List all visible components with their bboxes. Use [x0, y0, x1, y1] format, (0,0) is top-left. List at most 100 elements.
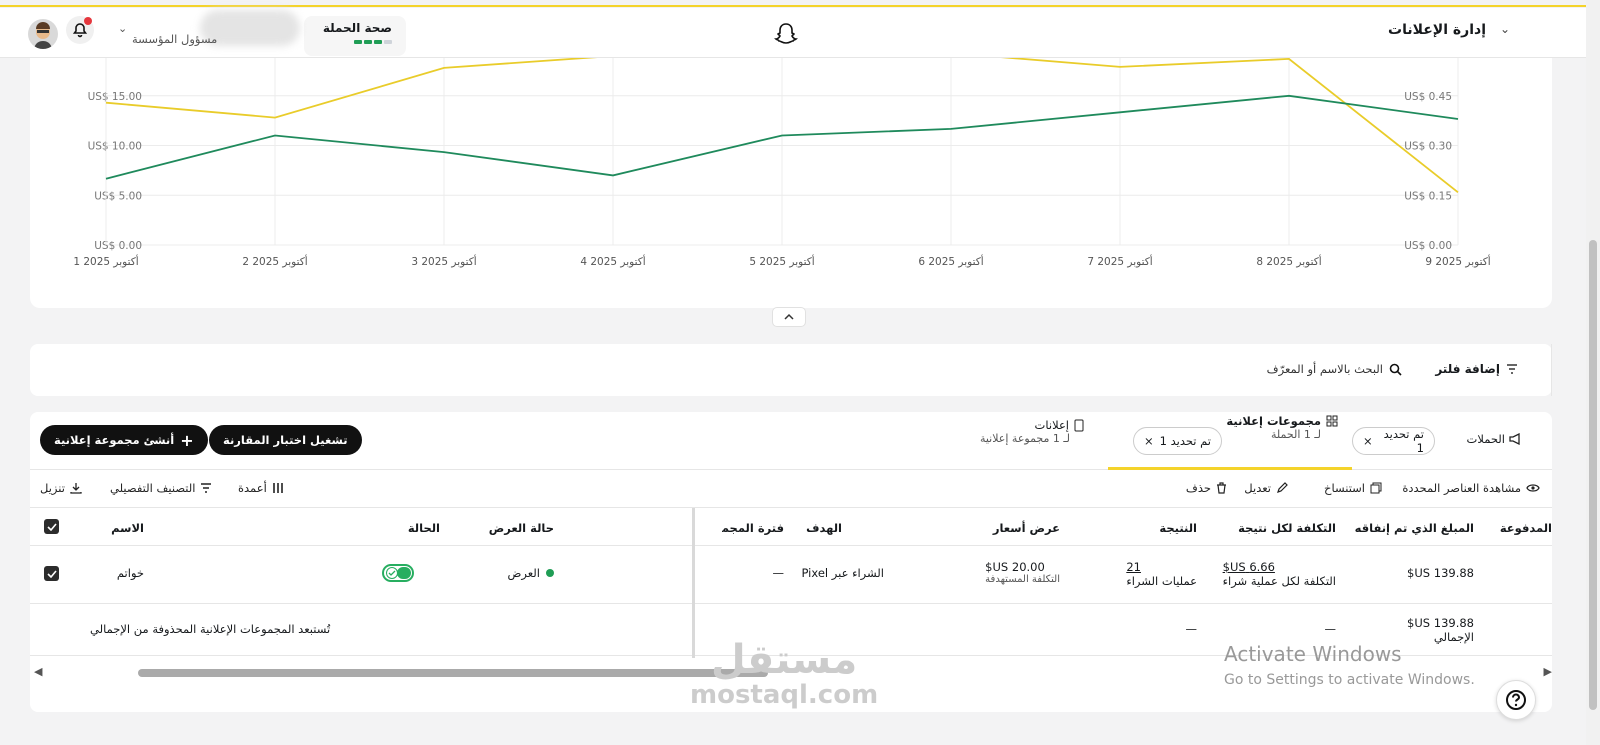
cell-bid[interactable]: 20.00 US$ التكلفة المستهدفة [985, 560, 1060, 585]
notification-dot [84, 17, 92, 25]
col-name[interactable]: الاسم [111, 521, 144, 535]
cell-delivery: العرض [508, 566, 554, 580]
top-bar: ⌄ إدارة الإعلانات صحة الحملة مسؤول المؤس… [0, 8, 1586, 58]
edit-button[interactable]: تعديل [1244, 481, 1288, 495]
pencil-icon [1277, 482, 1288, 493]
columns-button[interactable]: أعمدة [238, 481, 284, 495]
avatar[interactable] [28, 19, 58, 49]
close-icon[interactable]: × [1144, 434, 1154, 448]
y-right-tick-label: US$ 0.45 [1404, 91, 1452, 103]
select-all-checkbox[interactable] [44, 519, 59, 534]
filter-bar: إضافة فلتر البحث بالاسم أو المعرّف [30, 344, 1552, 396]
download-button[interactable]: تنزيل [40, 481, 82, 495]
y-right-tick-label: US$ 0.00 [1404, 240, 1452, 252]
x-tick-label: 6 أكتوبر 2025 [918, 254, 983, 268]
status-toggle[interactable] [382, 564, 414, 582]
campaigns-selected-chip[interactable]: تم تحديد 1 × [1352, 427, 1435, 455]
add-filter-button[interactable]: إضافة فلتر [1435, 362, 1518, 376]
adsets-selected-chip[interactable]: تم تحديد 1 × [1132, 427, 1222, 455]
tab-ads[interactable]: إعلانات لـ 1 مجموعة إعلانية [978, 412, 1108, 470]
col-period[interactable]: فترة المجموعة [722, 521, 784, 535]
add-filter-label: إضافة فلتر [1435, 362, 1500, 376]
phone-icon [1074, 419, 1084, 431]
col-bid[interactable]: عرض أسعار [993, 521, 1060, 535]
y-right-tick-label: US$ 0.15 [1404, 190, 1452, 202]
eye-icon [1526, 484, 1540, 492]
col-result[interactable]: النتيجة [1159, 521, 1197, 535]
chart-svg: US$ 0.00 US$ 5.00 US$ 10.00 US$ 15.00 US$ 0.… [73, 58, 1491, 268]
level-tabs: الحملات تم تحديد 1 × مجموعات إعلانية لـ … [30, 412, 1552, 470]
scroll-thumb[interactable] [1589, 240, 1597, 710]
app-title[interactable]: إدارة الإعلانات [1388, 22, 1486, 38]
scroll-left-arrow-icon[interactable]: ◀ [34, 665, 42, 678]
role-label: مسؤول المؤسسة [132, 32, 218, 46]
chevron-up-icon [784, 313, 794, 320]
cell-spend: 139.88 US$ [1407, 566, 1474, 580]
col-goal[interactable]: الهدف [806, 521, 842, 535]
duplicate-icon [1370, 482, 1382, 494]
search-input[interactable]: البحث بالاسم أو المعرّف [1267, 362, 1402, 376]
filter-icon [1507, 364, 1517, 374]
table-row[interactable]: 139.88 US$ 6.66 US$ التكلفة لكل عملية شر… [30, 546, 1552, 604]
scroll-thumb[interactable] [138, 669, 768, 677]
performance-chart: US$ 0.00 US$ 5.00 US$ 10.00 US$ 15.00 US$ 0.… [30, 58, 1552, 308]
divider [1551, 344, 1552, 396]
tab-campaigns-title: الحملات [1467, 432, 1522, 446]
help-button[interactable] [1496, 680, 1536, 720]
tab-ads-title: إعلانات لـ 1 مجموعة إعلانية [980, 418, 1084, 445]
tab-adsets[interactable]: مجموعات إعلانية لـ 1 الحملة تم تحديد 1 × [1108, 412, 1352, 470]
watermark: مستقل mostaql.com [690, 637, 879, 710]
row-checkbox[interactable] [44, 566, 59, 581]
collapse-chart-button[interactable] [772, 307, 806, 327]
x-tick-label: 9 أكتوبر 2025 [1425, 254, 1490, 268]
delete-button[interactable]: حذف [1186, 481, 1227, 495]
col-spend[interactable]: المبلغ الذي تم إنفاقه [1355, 521, 1474, 535]
cell-cost-per-result[interactable]: 6.66 US$ التكلفة لكل عملية شراء [1223, 560, 1336, 588]
x-tick-label: 3 أكتوبر 2025 [411, 254, 476, 268]
top-accent-line [0, 5, 1586, 7]
scroll-right-arrow-icon[interactable]: ▶ [1544, 665, 1552, 678]
cell-goal: الشراء عبر Pixel [801, 566, 884, 580]
total-cpr: — [1324, 622, 1337, 636]
activate-windows-notice: Activate Windows Go to Settings to activ… [1224, 642, 1475, 688]
view-selected-button[interactable]: مشاهدة العناصر المحددة [1402, 481, 1540, 495]
x-tick-label: 5 أكتوبر 2025 [749, 254, 814, 268]
y-left-tick-label: US$ 5.00 [94, 190, 142, 202]
status-dot [546, 569, 554, 577]
check-icon [46, 569, 57, 578]
x-tick-label: 1 أكتوبر 2025 [73, 254, 138, 268]
col-delivery[interactable]: حالة العرض [489, 521, 554, 535]
trash-icon [1217, 482, 1226, 494]
tab-campaigns[interactable]: الحملات تم تحديد 1 × [1352, 412, 1522, 470]
search-placeholder: البحث بالاسم أو المعرّف [1266, 362, 1383, 376]
y-left-tick-label: US$ 10.00 [88, 141, 142, 153]
total-spend: 139.88 US$ الإجمالي [1407, 616, 1474, 644]
y-left-tick-label: US$ 15.00 [88, 91, 142, 103]
duplicate-button[interactable]: استنساخ [1324, 481, 1382, 495]
cell-period: — [772, 566, 785, 580]
campaign-health-widget[interactable]: صحة الحملة [304, 16, 406, 56]
snapchat-ghost-icon[interactable] [773, 21, 799, 47]
cell-name[interactable]: خواتم [117, 566, 144, 580]
vertical-scrollbar[interactable] [1586, 0, 1600, 745]
cell-result[interactable]: 21 عمليات الشراء [1126, 560, 1197, 588]
download-icon [70, 483, 82, 494]
totals-note: تُستبعد المجموعات الإعلانية المحذوفة من … [90, 622, 331, 636]
col-status[interactable]: الحالة [408, 521, 440, 535]
frozen-column-divider [692, 508, 695, 658]
breakdown-button[interactable]: التصنيف التفصيلي [110, 481, 212, 495]
col-paid[interactable]: المدفوعة [1500, 521, 1552, 535]
columns-icon [272, 483, 283, 493]
chevron-down-icon[interactable]: ⌄ [1500, 22, 1510, 36]
run-comparison-test-button[interactable]: تشغيل اختبار المقارنة [209, 425, 362, 455]
close-icon[interactable]: × [1363, 434, 1373, 448]
filter-icon [201, 483, 212, 493]
create-adset-button[interactable]: + أنشئ مجموعة إعلانية [40, 425, 208, 455]
health-bars [354, 40, 392, 44]
chevron-down-icon[interactable]: ⌄ [118, 22, 127, 35]
col-cost-per-result[interactable]: التكلفة لكل نتيجة [1238, 521, 1336, 535]
y-left-tick-label: US$ 0.00 [94, 240, 142, 252]
total-result: — [1185, 622, 1198, 636]
megaphone-icon [1509, 433, 1520, 445]
x-tick-label: 8 أكتوبر 2025 [1256, 254, 1321, 268]
